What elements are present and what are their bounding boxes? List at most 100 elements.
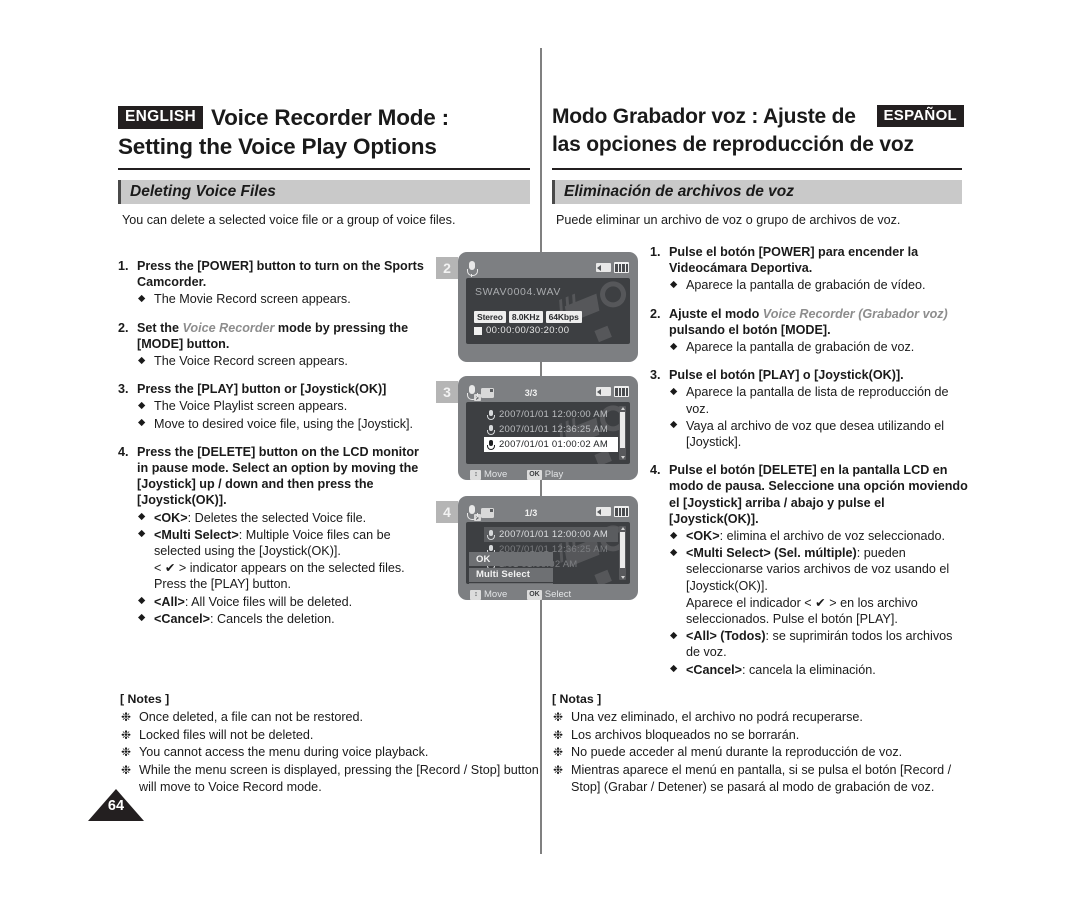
bullet: The Voice Record screen appears. (137, 353, 428, 369)
header-spanish: ESPAÑOL Modo Grabador voz : Ajuste de las… (552, 104, 964, 158)
note-item: While the menu screen is displayed, pres… (120, 762, 540, 797)
list-item-label: 2007/01/01 01:00:02 AM (499, 439, 609, 450)
soft-key-label: Move (484, 589, 508, 600)
menu-item-ok[interactable]: OK (469, 552, 553, 566)
instructions-english: 1. Press the [POWER] button to turn on t… (118, 258, 428, 639)
scroll-up-arrow-icon[interactable] (620, 407, 625, 410)
language-tag-english: ENGLISH (118, 106, 203, 129)
list-item[interactable]: 2007/01/01 12:00:00 AM (484, 407, 618, 422)
notes-list: Once deleted, a file can not be restored… (120, 709, 540, 796)
bullet: <OK>: Deletes the selected Voice file. (137, 509, 428, 526)
battery-indicator (595, 386, 629, 397)
device-body: 3/3 2007/01/01 12:00:00 AM 2007/01/01 12… (458, 376, 638, 480)
step-number: 3. (650, 368, 661, 383)
step-number: 1. (650, 245, 661, 259)
bullet: <Multi Select>: Multiple Voice files can… (137, 526, 428, 559)
scroll-down-arrow-icon[interactable] (620, 456, 625, 459)
battery-arrow-icon (595, 263, 611, 272)
audio-tag-channel: Stereo (474, 311, 506, 323)
step-bullets: <OK>: Deletes the selected Voice file. <… (137, 509, 428, 627)
bullet: Vaya al archivo de voz que desea utiliza… (669, 417, 968, 450)
voice-file-name: SWAV0004.WAV (475, 286, 561, 298)
lcd-step-tag: 3 (436, 381, 458, 403)
menu-item-all[interactable]: All (469, 583, 553, 584)
lcd-status-bar: 3/3 (466, 383, 630, 402)
lcd-mock-voice-playlist: 3 3/3 2007/01/01 12:00:00 AM 2007/01/01 … (434, 376, 649, 488)
menu-item-multi-select[interactable]: Multi Select (469, 567, 553, 582)
scroll-up-arrow-icon[interactable] (620, 527, 625, 530)
page-number-badge: 64 (88, 789, 144, 821)
bullet-continuation: < ✔ > indicator appears on the selected … (154, 561, 405, 592)
note-item: Mientras aparece el menú en pantalla, si… (552, 762, 972, 797)
scrollbar[interactable] (619, 526, 626, 580)
header-english: ENGLISH Voice Recorder Mode : Setting the… (118, 104, 528, 160)
joystick-updown-icon: ↕ (470, 469, 481, 480)
voice-file-list[interactable]: 2007/01/01 12:00:00 AM 2007/01/01 12:36:… (484, 407, 618, 452)
section-title-spanish: Eliminación de archivos de voz (552, 180, 962, 204)
note-item: Once deleted, a file can not be restored… (120, 709, 540, 727)
step-3-english: 3. Press the [PLAY] button or [Joystick(… (118, 381, 428, 432)
scroll-down-arrow-icon[interactable] (620, 576, 625, 579)
soft-key-select[interactable]: OK Select (527, 589, 571, 600)
step-1-spanish: 1. Pulse el botón [POWER] para encender … (650, 244, 968, 294)
step-heading-italic: Voice Recorder (Grabador voz) (762, 306, 948, 321)
step-4-spanish: 4. Pulse el botón [DELETE] en la pantall… (650, 462, 968, 678)
step-heading: Ajuste el modo Voice Recorder (Grabador … (669, 306, 968, 338)
lcd-screen: SWAV0004.WAV Stereo 8.0KHz 64Kbps 00:00:… (466, 278, 630, 344)
soft-key-move[interactable]: ↕ Move (470, 589, 507, 600)
lcd-status-bar: 1/3 (466, 503, 630, 522)
battery-indicator (595, 262, 629, 273)
list-item-selected[interactable]: 2007/01/01 01:00:02 AM (484, 437, 618, 452)
step-4-english: 4. Press the [DELETE] button on the LCD … (118, 444, 428, 627)
device-body: 1/3 2007/01/01 12:00:00 AM 2007/01/01 12… (458, 496, 638, 600)
notes-spanish: [ Notas ] Una vez eliminado, el archivo … (552, 691, 972, 796)
soft-key-bar: ↕ Move OK Play (466, 467, 630, 482)
lcd-mock-voice-record: 2 SWAV0004.WAV Stereo 8.0KHz 64Kbps 00:0… (434, 252, 649, 368)
note-item: Los archivos bloqueados no se borrarán. (552, 727, 972, 745)
lcd-screen: 2007/01/01 12:00:00 AM 2007/01/01 12:36:… (466, 522, 630, 584)
step-heading: Pulse el botón [DELETE] en la pantalla L… (669, 463, 968, 526)
scrollbar-thumb[interactable] (620, 412, 625, 448)
audio-tag-bitrate: 64Kbps (545, 311, 582, 323)
bullet-continuation: Aparece el indicador < ✔ > en los archiv… (686, 595, 918, 627)
audio-tag-samplerate: 8.0KHz (508, 311, 543, 323)
list-item-selected[interactable]: 2007/01/01 12:00:00 AM (484, 527, 618, 542)
delete-option-menu[interactable]: OK Multi Select All Cancel (469, 552, 553, 584)
step-number: 4. (118, 444, 129, 459)
step-bullets: The Voice Playlist screen appears. Move … (137, 398, 428, 432)
ok-key-icon: OK (527, 589, 542, 600)
list-item[interactable]: 2007/01/01 12:36:25 AM (484, 422, 618, 437)
soft-key-play[interactable]: OK Play (527, 469, 563, 480)
scrollbar-thumb[interactable] (620, 532, 625, 568)
notes-title: [ Notas ] (552, 692, 602, 706)
bullet: Aparece la pantalla de grabación de víde… (669, 277, 968, 293)
soft-key-label: Play (544, 469, 564, 480)
section-intro-english: You can delete a selected voice file or … (122, 213, 456, 227)
bullet: <All> (Todos): se suprimirán todos los a… (669, 628, 968, 660)
notes-english: [ Notes ] Once deleted, a file can not b… (120, 691, 540, 796)
battery-level-icon (614, 506, 629, 517)
step-number: 4. (650, 463, 661, 478)
lcd-illustrations: 2 SWAV0004.WAV Stereo 8.0KHz 64Kbps 00:0… (434, 252, 649, 616)
battery-indicator (595, 506, 629, 517)
notes-title: [ Notes ] (120, 692, 170, 706)
step-heading: Pulse el botón [PLAY] o [Joystick(OK)]. (669, 368, 904, 383)
bullet: <All>: All Voice files will be deleted. (137, 593, 428, 610)
microphone-icon (487, 439, 496, 450)
note-item: Locked files will not be deleted. (120, 727, 540, 745)
ok-key-icon: OK (527, 469, 542, 480)
soft-key-move[interactable]: ↕ Move (470, 469, 507, 480)
lcd-screen: 2007/01/01 12:00:00 AM 2007/01/01 12:36:… (466, 402, 630, 464)
step-bullets: Aparece la pantalla de grabación de víde… (669, 277, 968, 293)
step-heading: Press the [PLAY] button or [Joystick(OK)… (137, 382, 387, 397)
page-number: 64 (107, 798, 125, 814)
section-intro-spanish: Puede eliminar un archivo de voz o grupo… (556, 213, 901, 227)
note-item: Una vez eliminado, el archivo no podrá r… (552, 709, 972, 727)
step-3-spanish: 3. Pulse el botón [PLAY] o [Joystick(OK)… (650, 367, 968, 450)
scrollbar[interactable] (619, 406, 626, 460)
step-number: 3. (118, 382, 129, 397)
bullet: <Cancel>: cancela la eliminación. (669, 661, 968, 678)
manual-page: ENGLISH Voice Recorder Mode : Setting the… (0, 0, 1080, 906)
lcd-step-tag: 4 (436, 501, 458, 523)
bullet: Move to desired voice file, using the [J… (137, 415, 428, 432)
